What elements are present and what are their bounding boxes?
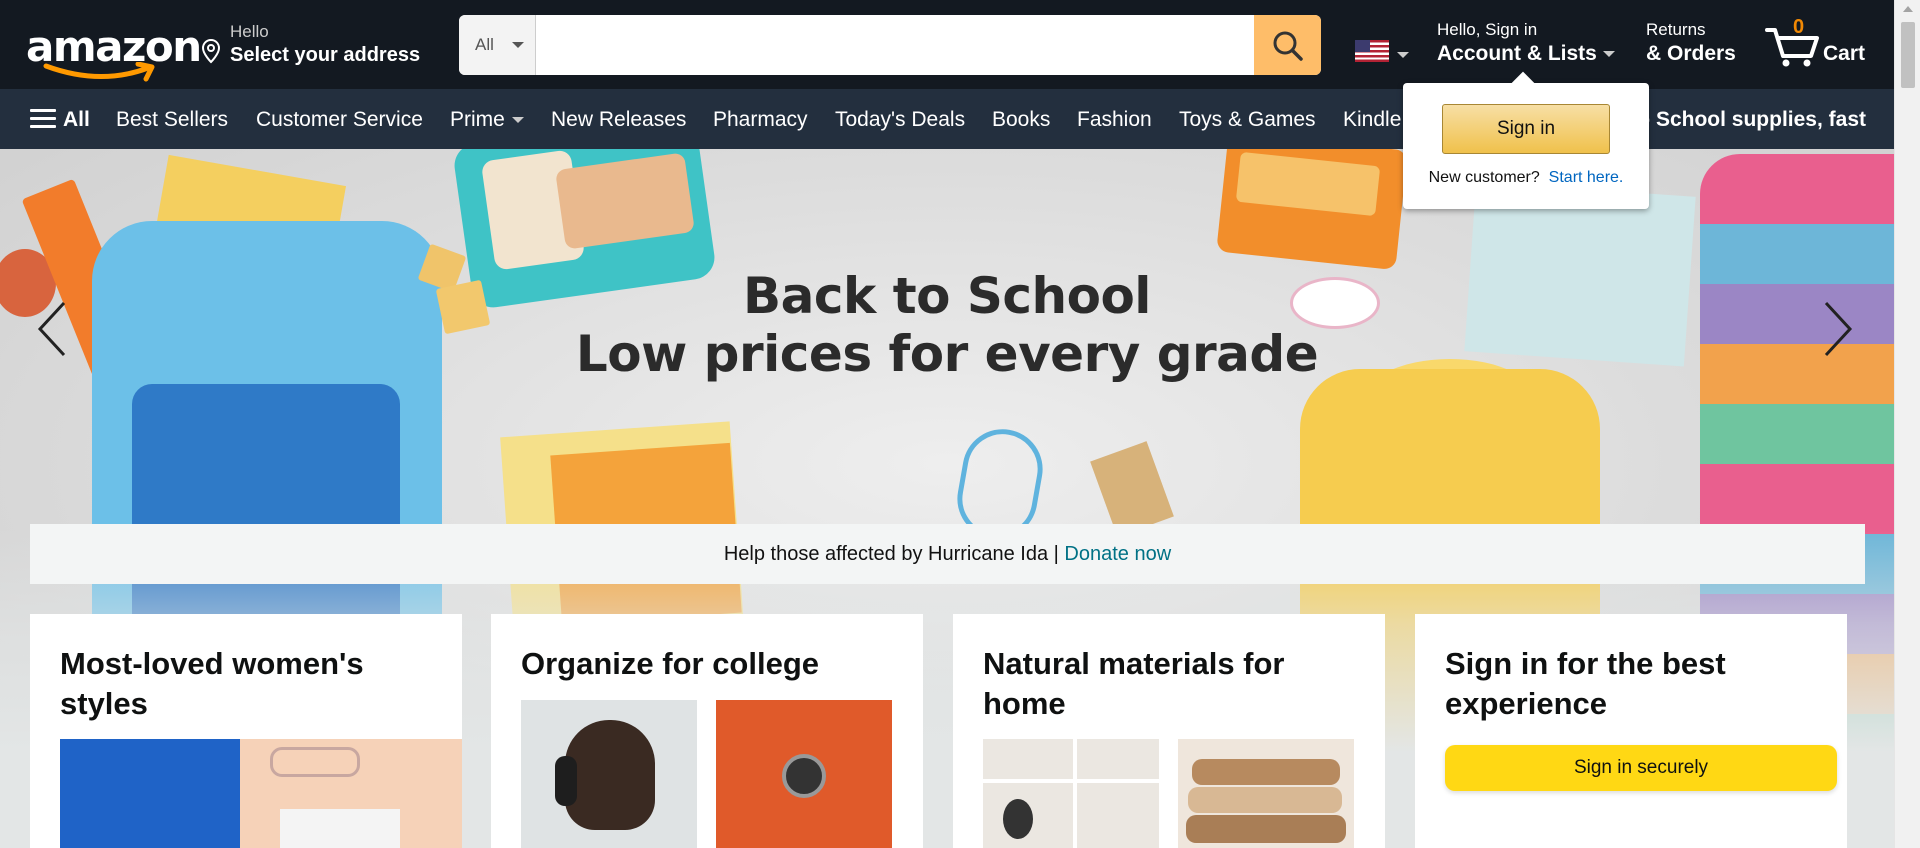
shelf-decor-image[interactable] — [983, 739, 1159, 848]
cart-button[interactable]: 0 Cart — [1765, 16, 1885, 72]
cart-label: Cart — [1823, 42, 1866, 65]
account-greeting: Hello, Sign in — [1437, 20, 1538, 39]
banner-text: Help those affected by Hurricane Ida | — [723, 543, 1065, 565]
nav-item-kindle[interactable]: Kindle — [1343, 108, 1401, 132]
search-button[interactable] — [1254, 15, 1321, 75]
new-customer-text: New customer? Start here. — [1403, 169, 1649, 187]
returns-label: Returns — [1646, 20, 1706, 39]
hamburger-menu-icon[interactable] — [30, 108, 56, 130]
account-label: Account & Lists — [1437, 42, 1615, 66]
nav-item-customer-service[interactable]: Customer Service — [256, 108, 423, 132]
location-pin-icon — [201, 38, 221, 64]
card-womens-styles[interactable]: Most-loved women's styles — [30, 614, 462, 848]
search-icon — [1273, 31, 1303, 61]
snack-bar-image — [1090, 441, 1174, 537]
hero-title-line2: Low prices for every grade — [575, 325, 1319, 383]
new-customer-label: New customer? — [1428, 169, 1540, 186]
search-bar: All — [459, 15, 1321, 75]
logo-smile-icon — [43, 62, 155, 82]
account-and-lists[interactable]: Hello, Sign in Account & Lists — [1437, 20, 1615, 66]
nav-item-new-releases[interactable]: New Releases — [551, 108, 686, 132]
card-title: Organize for college — [521, 646, 820, 681]
folded-blankets-image[interactable] — [1178, 739, 1354, 848]
us-flag-icon[interactable] — [1355, 40, 1389, 62]
card-organize-college[interactable]: Organize for college — [491, 614, 923, 848]
returns-and-orders[interactable]: Returns & Orders — [1646, 20, 1736, 66]
hero-headline[interactable]: Back to School Low prices for every grad… — [0, 267, 1894, 383]
nav-item-fashion[interactable]: Fashion — [1077, 108, 1152, 132]
page-scrollbar[interactable] — [1894, 0, 1920, 848]
hero-title-line1: Back to School — [743, 267, 1151, 325]
nav-item-todays-deals[interactable]: Today's Deals — [835, 108, 965, 132]
headphones-image[interactable] — [521, 700, 697, 848]
language-caret-icon[interactable] — [1397, 52, 1409, 58]
top-nav-bar: amazon Hello Select your address All Hel… — [0, 0, 1894, 89]
search-category-dropdown[interactable]: All — [459, 15, 536, 75]
orders-label: & Orders — [1646, 42, 1736, 65]
hurricane-ida-banner: Help those affected by Hurricane Ida | D… — [30, 524, 1865, 584]
carousel-prev-arrow-icon[interactable] — [34, 299, 72, 359]
sign-in-securely-button[interactable]: Sign in securely — [1445, 745, 1837, 791]
card-natural-materials[interactable]: Natural materials for home — [953, 614, 1385, 848]
start-here-link[interactable]: Start here. — [1549, 169, 1624, 186]
donate-now-link[interactable]: Donate now — [1064, 543, 1171, 565]
scrollbar-thumb[interactable] — [1901, 22, 1915, 88]
nav-prime-label: Prime — [450, 108, 505, 131]
search-category-label: All — [475, 35, 494, 54]
nav-item-toys-games[interactable]: Toys & Games — [1179, 108, 1316, 132]
womens-styles-image[interactable] — [60, 739, 462, 848]
account-lists-text: Account & Lists — [1437, 42, 1597, 65]
nav-item-prime[interactable]: Prime — [450, 108, 524, 132]
cart-icon — [1765, 28, 1819, 67]
caret-down-icon — [511, 117, 524, 124]
account-flyout: Sign in New customer? Start here. — [1403, 71, 1649, 209]
amazon-home-page: amazon Hello Select your address All Hel… — [0, 0, 1920, 848]
caret-down-icon — [512, 42, 524, 48]
search-input[interactable] — [537, 15, 1253, 75]
scroll-up-icon[interactable] — [1903, 6, 1913, 12]
card-title: Most-loved women's styles — [60, 646, 364, 721]
address-greeting: Hello — [230, 22, 269, 41]
nav-all-menu[interactable]: All — [63, 108, 90, 132]
flyout-sign-in-button[interactable]: Sign in — [1442, 104, 1610, 154]
nav-item-best-sellers[interactable]: Best Sellers — [116, 108, 228, 132]
smartwatch-image[interactable] — [716, 700, 892, 848]
card-sign-in: Sign in for the best experience Sign in … — [1415, 614, 1847, 848]
caret-down-icon — [1602, 51, 1615, 58]
amazon-logo[interactable]: amazon — [22, 14, 202, 82]
card-title: Sign in for the best experience — [1445, 646, 1726, 721]
carousel-next-arrow-icon[interactable] — [1818, 299, 1856, 359]
nav-item-pharmacy[interactable]: Pharmacy — [713, 108, 808, 132]
address-label: Select your address — [230, 44, 421, 66]
nav-item-books[interactable]: Books — [992, 108, 1050, 132]
card-title: Natural materials for home — [983, 646, 1285, 721]
